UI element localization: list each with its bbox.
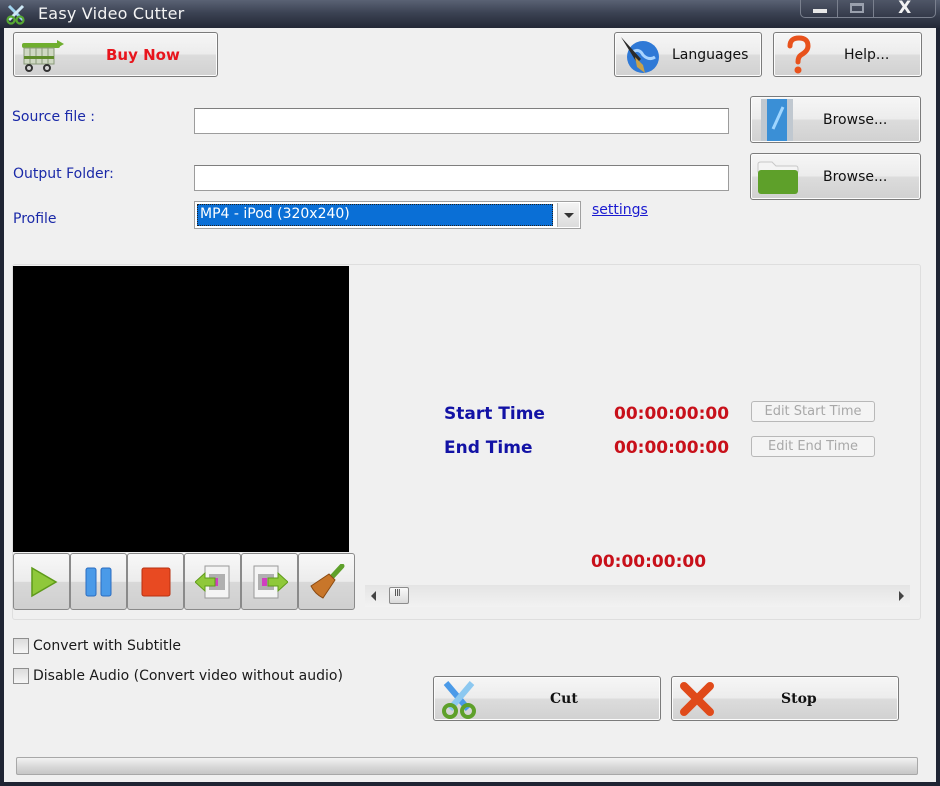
mark-end-icon [253, 565, 288, 599]
seek-thumb[interactable] [389, 587, 409, 604]
question-mark-icon [787, 35, 811, 74]
red-x-icon [680, 682, 714, 716]
shopping-cart-icon [22, 40, 64, 72]
broom-icon [310, 564, 345, 599]
edit-end-time-button[interactable]: Edit End Time [751, 436, 875, 457]
profile-dropdown[interactable]: MP4 - iPod (320x240) [194, 201, 581, 229]
start-time-label: Start Time [444, 404, 545, 424]
pause-button[interactable] [70, 553, 127, 610]
conversion-progress-bar [16, 757, 918, 775]
maximize-icon [849, 3, 864, 13]
clear-button[interactable] [298, 553, 355, 610]
disable-audio-checkbox[interactable] [13, 668, 29, 684]
title-bar[interactable]: Easy Video Cutter X [0, 0, 940, 28]
set-end-button[interactable] [241, 553, 298, 610]
browse-output-label: Browse... [823, 168, 888, 185]
window-controls: X [800, 0, 936, 18]
play-icon [31, 566, 58, 598]
scissors-film-icon [442, 681, 476, 719]
output-folder-input[interactable] [194, 165, 729, 191]
source-file-label: Source file : [12, 109, 96, 125]
browse-output-button[interactable]: Browse... [750, 153, 921, 200]
film-strip-icon [761, 99, 793, 141]
cut-button[interactable]: Cut [433, 676, 661, 721]
subtitle-option[interactable]: Convert with Subtitle [13, 638, 181, 654]
scroll-left-arrow-icon[interactable] [371, 591, 376, 601]
browse-source-button[interactable]: Browse... [750, 96, 921, 143]
disable-audio-option[interactable]: Disable Audio (Convert video without aud… [13, 668, 343, 684]
scroll-right-arrow-icon[interactable] [899, 591, 904, 601]
profile-label: Profile [13, 211, 57, 227]
mark-start-icon [195, 565, 230, 599]
profile-selected-value: MP4 - iPod (320x240) [197, 204, 553, 226]
current-time-value: 00:00:00:00 [591, 552, 707, 572]
source-file-input[interactable] [194, 108, 729, 134]
pause-icon [85, 567, 112, 597]
minimize-icon [813, 9, 827, 13]
help-label: Help... [844, 46, 890, 63]
edit-start-time-button[interactable]: Edit Start Time [751, 401, 875, 422]
stop-button[interactable]: Stop [671, 676, 899, 721]
subtitle-checkbox-label: Convert with Subtitle [33, 638, 181, 654]
folder-icon [757, 161, 799, 194]
start-time-value: 00:00:00:00 [614, 404, 730, 424]
browse-source-label: Browse... [823, 111, 888, 128]
seek-scrollbar[interactable] [365, 585, 910, 607]
close-button[interactable]: X [874, 0, 935, 18]
output-folder-label: Output Folder: [13, 166, 114, 182]
subtitle-checkbox[interactable] [13, 638, 29, 654]
maximize-button[interactable] [838, 0, 875, 17]
chevron-down-icon[interactable] [557, 203, 579, 227]
window-title: Easy Video Cutter [38, 4, 185, 23]
languages-label: Languages [672, 46, 749, 63]
stop-label: Stop [781, 690, 817, 707]
app-scissors-icon [6, 4, 25, 25]
settings-link[interactable]: settings [592, 202, 648, 218]
close-icon: X [898, 0, 912, 18]
set-start-button[interactable] [184, 553, 241, 610]
main-window: Buy Now Languages Help... Source file : … [4, 28, 936, 782]
globe-pen-icon [621, 37, 659, 73]
play-button[interactable] [13, 553, 70, 610]
languages-button[interactable]: Languages [614, 32, 762, 77]
help-button[interactable]: Help... [773, 32, 922, 77]
end-time-value: 00:00:00:00 [614, 438, 730, 458]
end-time-label: End Time [444, 438, 533, 458]
stop-icon [141, 567, 171, 597]
minimize-button[interactable] [801, 0, 838, 17]
buy-now-button[interactable]: Buy Now [13, 32, 218, 77]
buy-now-label: Buy Now [106, 45, 180, 64]
stop-playback-button[interactable] [127, 553, 184, 610]
disable-audio-checkbox-label: Disable Audio (Convert video without aud… [33, 668, 343, 684]
cut-label: Cut [550, 690, 578, 707]
video-preview [13, 266, 349, 552]
